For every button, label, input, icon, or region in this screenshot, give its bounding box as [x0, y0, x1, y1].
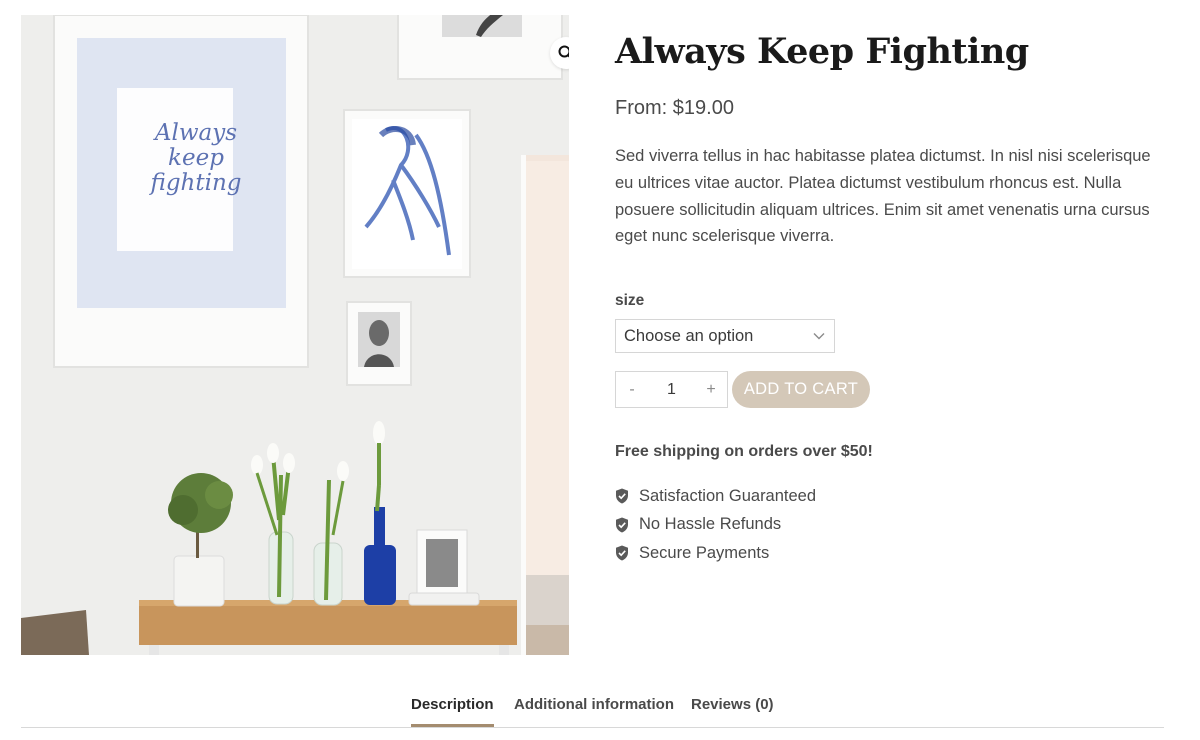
size-select[interactable]: Choose an option — [615, 319, 835, 354]
shield-check-icon — [615, 517, 629, 533]
poster-caption: Always keep fighting — [150, 120, 242, 196]
tab-additional-information[interactable]: Additional information — [514, 696, 674, 726]
quantity-increase-button[interactable]: + — [695, 372, 727, 407]
product-description: Sed viverra tellus in hac habitasse plat… — [615, 147, 1151, 246]
benefit-label: Secure Payments — [639, 543, 770, 562]
benefit-label: No Hassle Refunds — [639, 515, 782, 534]
benefit-item: No Hassle Refunds — [615, 511, 1175, 540]
tab-description[interactable]: Description — [411, 696, 494, 727]
tab-reviews[interactable]: Reviews (0) — [691, 696, 774, 726]
quantity-stepper: - 1 + — [615, 371, 728, 409]
benefit-label: Satisfaction Guaranteed — [639, 486, 817, 505]
quantity-decrease-button[interactable]: - — [616, 372, 648, 407]
product-image[interactable]: Always keep fighting — [21, 15, 569, 655]
shipping-note: Free shipping on orders over $50! — [615, 443, 873, 461]
product-tabs: Description Additional information Revie… — [21, 690, 1164, 728]
add-to-cart-button[interactable]: ADD TO CART — [732, 371, 870, 409]
benefit-item: Secure Payments — [615, 539, 1175, 568]
search-icon — [558, 45, 569, 58]
benefit-item: Satisfaction Guaranteed — [615, 482, 1175, 511]
shield-check-icon — [615, 488, 629, 504]
size-select-value: Choose an option — [624, 326, 754, 345]
size-label: size — [615, 292, 645, 310]
add-to-cart-row: - 1 + ADD TO CART — [615, 371, 1175, 409]
quantity-input[interactable]: 1 — [648, 372, 695, 407]
benefits-list: Satisfaction Guaranteed No Hassle Refund… — [615, 482, 1175, 568]
product-title: Always Keep Fighting — [615, 31, 1029, 72]
shield-check-icon — [615, 545, 629, 561]
product-photo — [21, 15, 569, 655]
product-summary: Always Keep Fighting From: $19.00 Sed vi… — [615, 30, 1175, 584]
chevron-down-icon — [813, 333, 825, 340]
product-price: From: $19.00 — [615, 97, 734, 119]
